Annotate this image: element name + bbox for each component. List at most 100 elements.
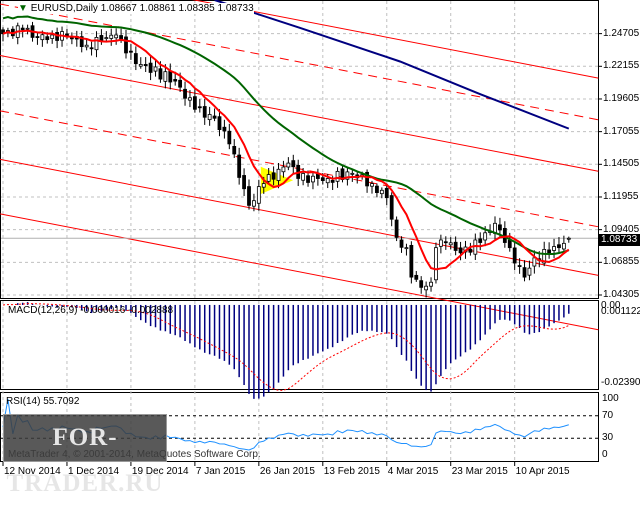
candle-bear bbox=[143, 64, 148, 67]
ohlc-values: 1.08667 1.08861 1.08385 1.08733 bbox=[100, 3, 254, 14]
candle-bear bbox=[522, 267, 527, 278]
candle-bull bbox=[429, 281, 433, 287]
chart-title: ▼ EURUSD,Daily 1.08667 1.08861 1.08385 1… bbox=[18, 3, 254, 14]
candle-bear bbox=[330, 180, 335, 183]
candle-bear bbox=[133, 53, 138, 65]
macd-axis-label: 0.001122 bbox=[601, 306, 640, 317]
candle-bull bbox=[424, 285, 429, 291]
candle-bull bbox=[207, 114, 212, 121]
candle-bull bbox=[311, 175, 315, 183]
candle-bull bbox=[40, 34, 45, 41]
date-label: 12 Nov 2014 bbox=[4, 466, 61, 477]
macd-signal-line bbox=[2, 303, 569, 391]
candle-bull bbox=[527, 267, 532, 276]
symbol-label: EURUSD,Daily bbox=[30, 3, 98, 14]
candle-bear bbox=[247, 186, 251, 206]
candle-bear bbox=[55, 32, 60, 41]
date-label: 1 Dec 2014 bbox=[67, 466, 120, 477]
candle-bull bbox=[153, 66, 158, 72]
candle-bear bbox=[129, 50, 133, 53]
current-price-label: 1.08733 bbox=[599, 234, 640, 246]
price-label: 1.14505 bbox=[603, 158, 640, 170]
price-label: 1.09405 bbox=[603, 223, 640, 235]
candle-bull bbox=[350, 172, 355, 175]
candle-bear bbox=[306, 175, 310, 183]
candle-bear bbox=[414, 274, 419, 280]
candle-bull bbox=[94, 37, 99, 51]
candle-bear bbox=[547, 249, 552, 254]
date-label: 13 Feb 2015 bbox=[323, 466, 380, 477]
candle-bear bbox=[394, 219, 399, 238]
candle-bull bbox=[104, 37, 109, 40]
price-label: 1.06855 bbox=[603, 256, 640, 268]
candle-bear bbox=[168, 70, 173, 83]
candle-bear bbox=[148, 62, 153, 73]
date-label: 7 Jan 2015 bbox=[195, 466, 246, 477]
rsi-axis-label: 100 bbox=[602, 393, 619, 404]
candle-bear bbox=[498, 224, 502, 231]
candle-bear bbox=[227, 130, 232, 145]
candle-bear bbox=[197, 106, 202, 109]
candle-bear bbox=[507, 239, 512, 249]
price-label: 1.19605 bbox=[603, 92, 640, 104]
candle-bear bbox=[419, 280, 424, 288]
date-label: 4 Mar 2015 bbox=[387, 466, 439, 477]
channel-line-dashed bbox=[0, 3, 599, 121]
ma-long-line bbox=[214, 0, 570, 130]
candle-bull bbox=[325, 178, 330, 184]
candle-bull bbox=[404, 247, 409, 250]
candle-bear bbox=[557, 244, 561, 249]
candle-bear bbox=[232, 146, 237, 155]
rsi-title: RSI(14) 55.7092 bbox=[6, 396, 80, 407]
candle-bull bbox=[286, 162, 291, 168]
rsi-axis-label: 0 bbox=[602, 449, 608, 460]
price-label: 1.04305 bbox=[603, 288, 640, 300]
date-label: 23 Mar 2015 bbox=[451, 466, 508, 477]
candle-bull bbox=[114, 34, 119, 39]
candle-bear bbox=[458, 247, 463, 254]
candle-bear bbox=[178, 79, 183, 88]
candle-bear bbox=[124, 36, 128, 54]
candle-bear bbox=[158, 68, 163, 80]
ma-slow-line bbox=[2, 15, 570, 256]
price-label: 1.11955 bbox=[603, 190, 639, 202]
candle-bull bbox=[448, 242, 453, 246]
symbol-icon: ▼ bbox=[18, 3, 28, 14]
channel-line-solid bbox=[0, 54, 599, 172]
candle-bear bbox=[375, 185, 379, 193]
candle-bear bbox=[183, 88, 187, 99]
main-panel-border bbox=[0, 0, 599, 299]
candle-bull bbox=[109, 34, 114, 39]
candle-bull bbox=[50, 34, 55, 39]
date-label: 26 Jan 2015 bbox=[259, 466, 315, 477]
candle-bear bbox=[89, 47, 94, 50]
candle-bear bbox=[271, 172, 276, 180]
price-label: 1.24705 bbox=[603, 27, 640, 39]
candle-bear bbox=[222, 126, 227, 132]
candle-bear bbox=[384, 187, 389, 199]
candle-bull bbox=[434, 247, 438, 281]
candle-bull bbox=[84, 44, 89, 48]
candle-bear bbox=[399, 239, 404, 248]
candle-bear bbox=[389, 195, 394, 220]
candle-bear bbox=[237, 154, 242, 178]
candle-bear bbox=[443, 241, 448, 244]
candle-bull bbox=[379, 189, 384, 195]
candle-bear bbox=[45, 36, 50, 41]
candle-bull bbox=[566, 237, 571, 240]
candle-bear bbox=[217, 116, 222, 131]
chart-canvas bbox=[0, 0, 602, 466]
candle-bear bbox=[291, 160, 296, 168]
candle-bear bbox=[119, 35, 123, 40]
candle-bull bbox=[25, 27, 30, 30]
candle-bull bbox=[252, 200, 256, 207]
candle-bear bbox=[453, 241, 458, 251]
macd-title: MACD(12,26,9) -0.000016 -0.002888 bbox=[8, 305, 174, 316]
candle-bear bbox=[35, 36, 40, 38]
candle-bull bbox=[532, 257, 537, 267]
candle-bear bbox=[99, 35, 104, 41]
candle-bear bbox=[517, 265, 522, 267]
watermark-text: FOR-TRADER.RU bbox=[6, 424, 164, 497]
candle-bull bbox=[281, 166, 286, 173]
candle-bull bbox=[276, 168, 281, 181]
